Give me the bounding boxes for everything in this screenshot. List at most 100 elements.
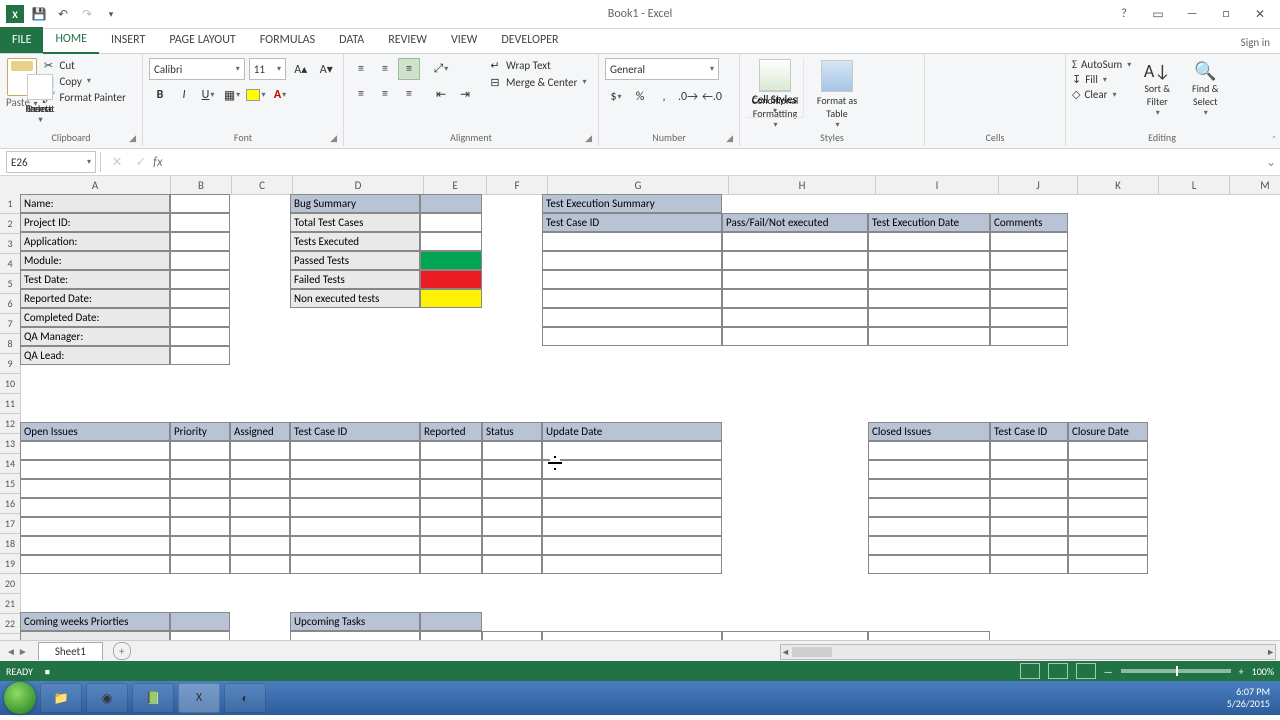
cell[interactable] <box>20 460 170 479</box>
col-header[interactable]: A <box>20 176 171 195</box>
cell[interactable]: Test Case ID <box>542 213 722 232</box>
col-header[interactable]: F <box>487 176 548 195</box>
fx-icon[interactable]: fx <box>153 155 163 170</box>
cell[interactable] <box>722 631 868 640</box>
row-header[interactable]: 7 <box>0 314 21 334</box>
cell[interactable] <box>542 270 722 289</box>
cell[interactable] <box>990 308 1068 327</box>
cell[interactable] <box>1068 441 1148 460</box>
sheet-tab[interactable]: Sheet1 <box>38 642 103 660</box>
row-header[interactable]: 20 <box>0 574 21 594</box>
col-header[interactable]: D <box>293 176 424 195</box>
minimize-button[interactable]: — <box>1180 5 1204 23</box>
row-header[interactable]: 5 <box>0 274 21 294</box>
cell[interactable] <box>990 251 1068 270</box>
percent-button[interactable]: % <box>629 86 651 108</box>
cell[interactable] <box>990 555 1068 574</box>
cell[interactable] <box>990 517 1068 536</box>
cell[interactable] <box>20 498 170 517</box>
cell[interactable] <box>230 555 290 574</box>
cell[interactable] <box>542 517 722 536</box>
cell[interactable] <box>722 327 868 346</box>
tab-view[interactable]: VIEW <box>439 27 489 53</box>
cell[interactable] <box>420 289 482 308</box>
row-headers[interactable]: 123456789101112131415161718192021222324 <box>0 194 20 640</box>
cell[interactable]: Failed Tests <box>290 270 420 289</box>
cell[interactable] <box>290 460 420 479</box>
column-headers[interactable]: ABCDEFGHIJKLM <box>20 176 1280 194</box>
align-right-button[interactable]: ≡ <box>398 83 420 105</box>
cell[interactable]: Assigned <box>230 422 290 441</box>
cell[interactable] <box>420 555 482 574</box>
cell[interactable] <box>722 232 868 251</box>
cell[interactable] <box>722 270 868 289</box>
qat-customize-icon[interactable]: ▾ <box>102 5 120 23</box>
cell[interactable]: Reported Date: <box>20 289 170 308</box>
cell[interactable] <box>542 308 722 327</box>
cell[interactable] <box>990 327 1068 346</box>
accounting-button[interactable]: $▾ <box>605 86 627 108</box>
macro-record-icon[interactable]: ⏹ <box>45 665 50 678</box>
row-header[interactable]: 3 <box>0 234 21 254</box>
cell[interactable] <box>868 555 990 574</box>
cell[interactable] <box>868 517 990 536</box>
cell[interactable]: Coming weeks Priorties <box>20 612 170 631</box>
cell[interactable]: Status <box>482 422 542 441</box>
wrap-text-button[interactable]: ↵Wrap Text <box>488 58 587 72</box>
cell[interactable] <box>170 213 230 232</box>
cell[interactable] <box>542 498 722 517</box>
increase-font-button[interactable]: A▴ <box>290 58 311 80</box>
cell[interactable] <box>170 631 230 640</box>
cell[interactable]: Module: <box>20 251 170 270</box>
cell[interactable]: Closed Issues <box>868 422 990 441</box>
sign-in-link[interactable]: Sign in <box>1231 32 1280 53</box>
row-header[interactable]: 16 <box>0 494 21 514</box>
cell[interactable] <box>1068 498 1148 517</box>
cell[interactable] <box>420 213 482 232</box>
autosum-button[interactable]: ΣAutoSum▾ <box>1072 58 1131 71</box>
cell[interactable] <box>170 555 230 574</box>
row-header[interactable]: 10 <box>0 374 21 394</box>
decrease-font-button[interactable]: A▾ <box>316 58 337 80</box>
alignment-launcher-icon[interactable]: ◢ <box>585 133 592 144</box>
file-tab[interactable]: FILE <box>0 27 43 53</box>
help-button[interactable]: ? <box>1112 5 1136 23</box>
cell[interactable] <box>420 631 482 640</box>
cell[interactable] <box>542 441 722 460</box>
fill-color-button[interactable]: ▾ <box>245 84 267 106</box>
worksheet-grid[interactable]: ABCDEFGHIJKLM 12345678910111213141516171… <box>0 176 1280 640</box>
row-header[interactable]: 22 <box>0 614 21 634</box>
cell[interactable] <box>990 289 1068 308</box>
row-header[interactable]: 1 <box>0 194 21 214</box>
cell[interactable] <box>420 270 482 289</box>
cell[interactable] <box>722 308 868 327</box>
view-pagebreak-button[interactable] <box>1076 663 1096 679</box>
cancel-formula-button[interactable]: ✕ <box>105 152 129 172</box>
cell[interactable] <box>290 498 420 517</box>
italic-button[interactable]: I <box>173 84 195 106</box>
align-left-button[interactable]: ≡ <box>350 83 372 105</box>
row-header[interactable]: 21 <box>0 594 21 614</box>
cell[interactable] <box>230 517 290 536</box>
row-header[interactable]: 15 <box>0 474 21 494</box>
number-launcher-icon[interactable]: ◢ <box>726 133 733 144</box>
merge-center-button[interactable]: ⊟Merge & Center▾ <box>488 75 587 89</box>
col-header[interactable]: E <box>424 176 487 195</box>
cell[interactable] <box>542 327 722 346</box>
cell[interactable] <box>230 498 290 517</box>
cell[interactable]: Name: <box>20 194 170 213</box>
cell[interactable] <box>170 308 230 327</box>
row-header[interactable]: 2 <box>0 214 21 234</box>
expand-formula-bar-icon[interactable]: ⌄ <box>1262 155 1280 170</box>
taskbar-chrome-icon[interactable]: ◉ <box>86 683 128 713</box>
cell[interactable]: Test Case ID <box>990 422 1068 441</box>
cell[interactable] <box>420 460 482 479</box>
sort-filter-button[interactable]: A↓Sort & Filter▾ <box>1135 58 1179 118</box>
cell[interactable] <box>990 479 1068 498</box>
cell[interactable] <box>230 441 290 460</box>
close-button[interactable]: ✕ <box>1248 5 1272 23</box>
cell[interactable] <box>170 270 230 289</box>
cell[interactable] <box>868 327 990 346</box>
cell[interactable] <box>868 270 990 289</box>
cell[interactable] <box>482 498 542 517</box>
